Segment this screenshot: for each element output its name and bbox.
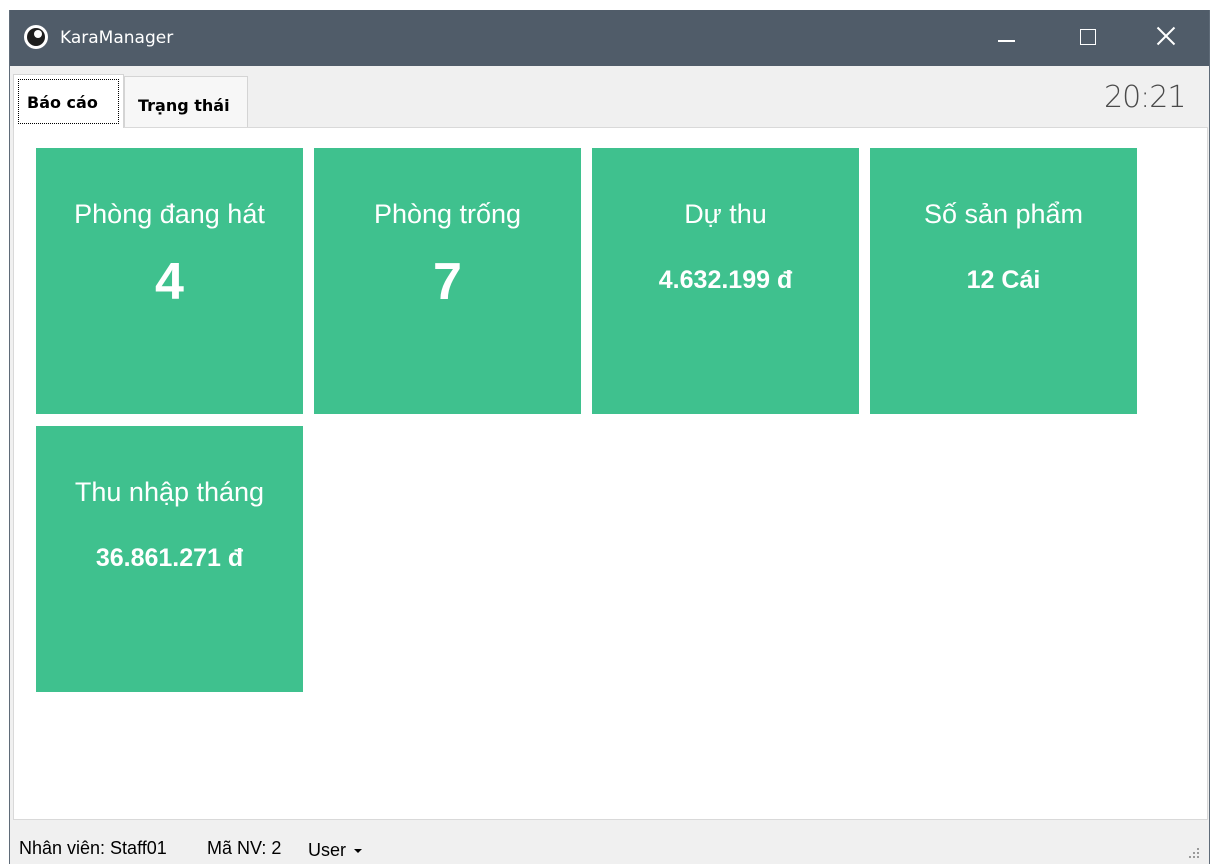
- resize-grip-icon[interactable]: [1187, 846, 1201, 860]
- card-product-count[interactable]: Số sản phẩm 12 Cái: [870, 148, 1137, 414]
- tab-label: Báo cáo: [27, 93, 98, 112]
- card-title: Phòng trống: [373, 199, 522, 229]
- tab-label: Trạng thái: [138, 96, 230, 115]
- title-bar[interactable]: KaraManager: [10, 10, 1209, 66]
- card-value: 7: [433, 253, 462, 311]
- card-title: Thu nhập tháng: [74, 477, 265, 507]
- card-rooms-in-use[interactable]: Phòng đang hát 4: [36, 148, 303, 414]
- close-icon: [1154, 24, 1178, 48]
- tab-bao-cao[interactable]: Báo cáo: [13, 74, 124, 128]
- minimize-icon: [998, 40, 1015, 42]
- user-role-dropdown[interactable]: User: [308, 840, 363, 861]
- staff-id-label: Mã NV: 2: [207, 838, 282, 858]
- clock-display: 20:21: [1104, 80, 1186, 115]
- card-title: Phòng đang hát: [74, 199, 265, 229]
- window-title: KaraManager: [60, 28, 174, 48]
- minimize-button[interactable]: [970, 10, 1046, 66]
- card-title: Số sản phẩm: [923, 199, 1084, 229]
- card-expected-revenue[interactable]: Dự thu 4.632.199 đ: [592, 148, 859, 414]
- card-value: 4.632.199 đ: [658, 266, 793, 294]
- card-value: 4: [155, 253, 184, 311]
- staff-name-label: Nhân viên: Staff01: [19, 838, 167, 858]
- status-bar: Nhân viên: Staff01 Mã NV: 2 User: [10, 820, 1209, 864]
- card-monthly-income[interactable]: Thu nhập tháng 36.861.271 đ: [36, 426, 303, 692]
- maximize-button[interactable]: [1050, 10, 1126, 66]
- card-rooms-empty[interactable]: Phòng trống 7: [314, 148, 581, 414]
- app-window: KaraManager Báo cáo Trạng thái 20:21 Phò…: [9, 10, 1210, 864]
- maximize-icon: [1080, 29, 1096, 45]
- card-title: Dự thu: [684, 199, 767, 229]
- card-value: 36.861.271 đ: [95, 544, 244, 572]
- dropdown-caret-icon: [354, 849, 363, 854]
- report-panel: Phòng đang hát 4 Phòng trống 7 Dự thu 4.…: [13, 127, 1208, 820]
- close-button[interactable]: [1127, 10, 1203, 66]
- app-logo-icon: [24, 25, 48, 49]
- tab-trang-thai[interactable]: Trạng thái: [124, 76, 248, 128]
- user-role-label: User: [308, 840, 347, 860]
- card-value: 12 Cái: [966, 266, 1041, 294]
